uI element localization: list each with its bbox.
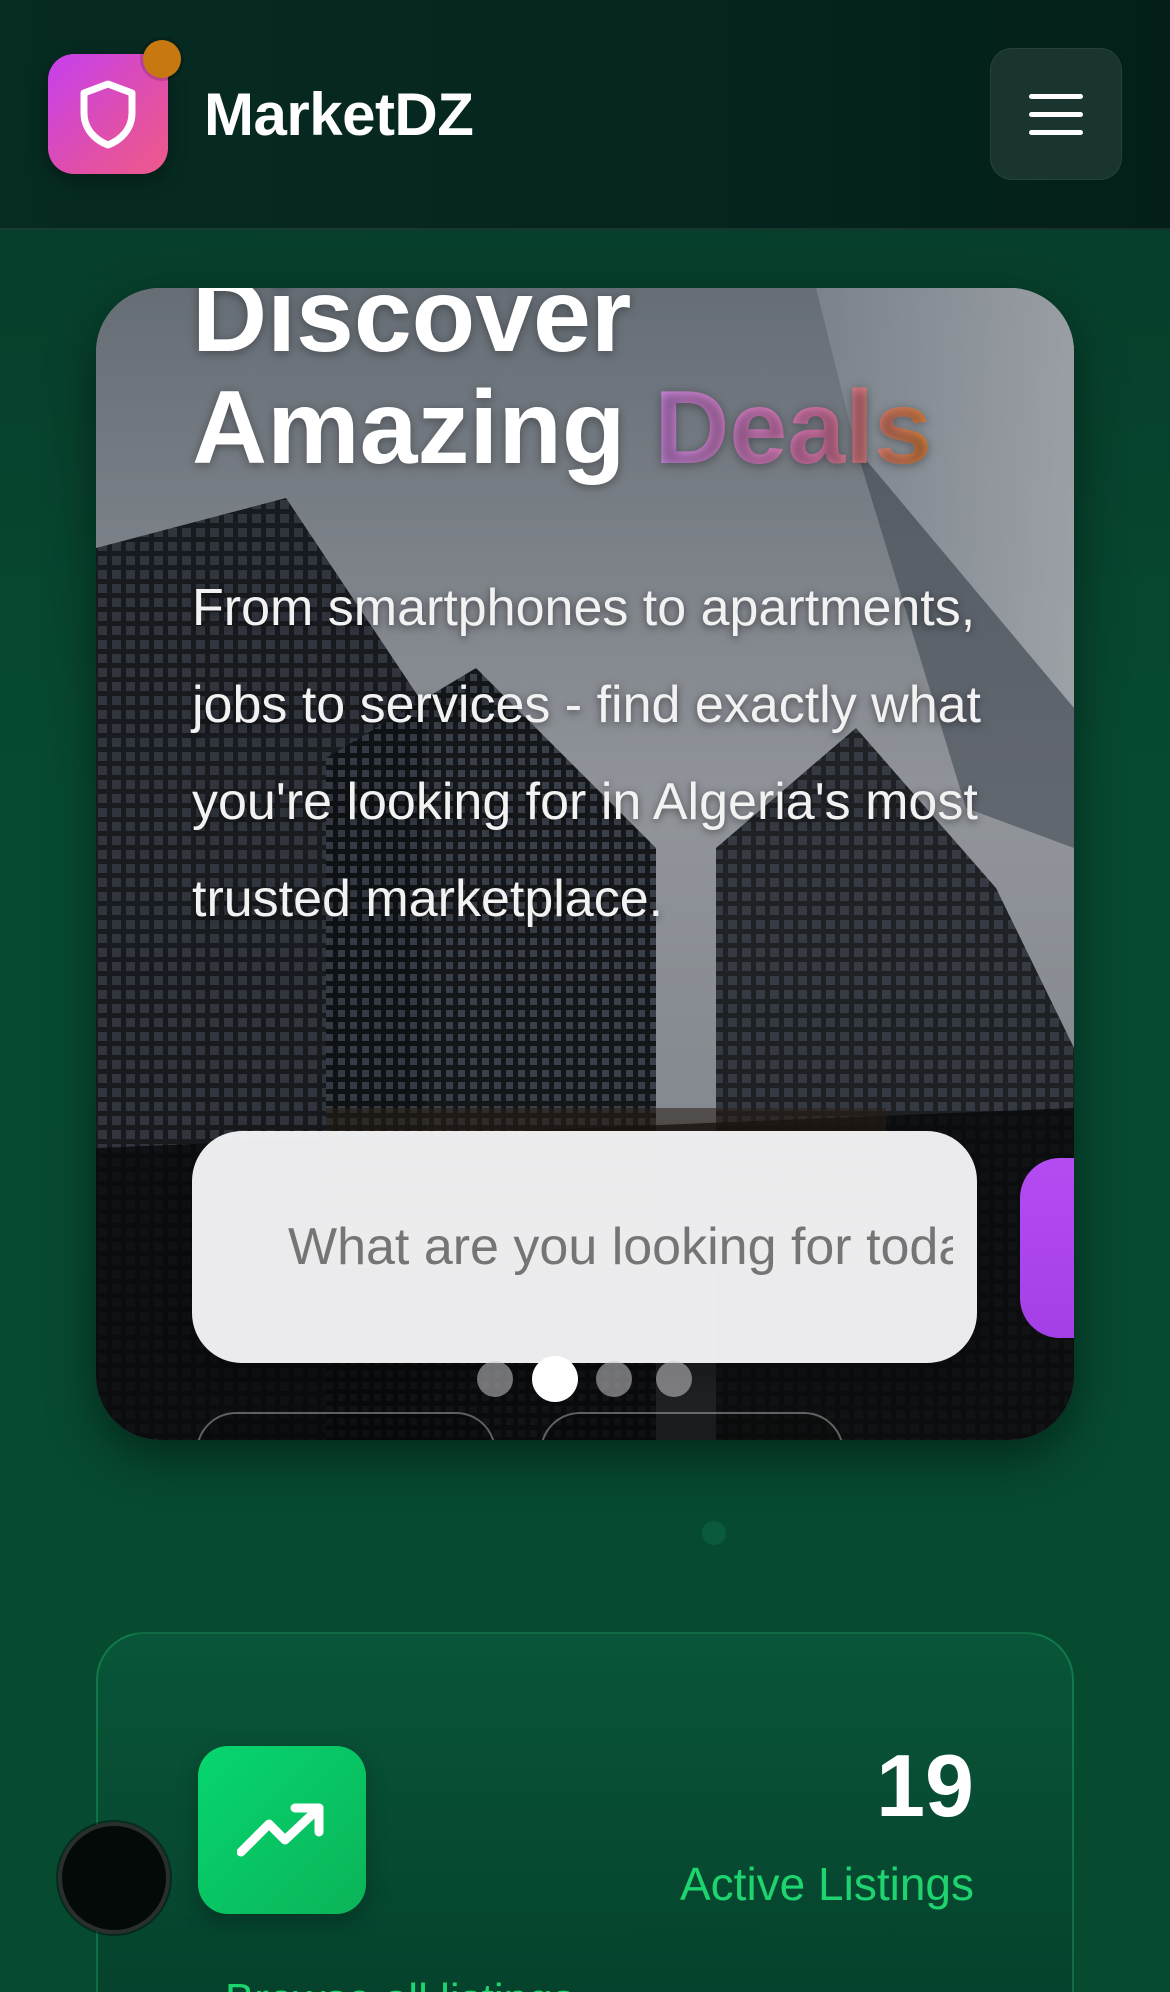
hamburger-menu-icon xyxy=(1029,93,1083,99)
notification-dot xyxy=(143,40,181,78)
hero-description: From smartphones to apartments, jobs to … xyxy=(192,579,981,928)
carousel-dot-active[interactable] xyxy=(532,1356,578,1402)
hero-banner: Discover Amazing Deals From smartphones … xyxy=(96,288,1074,1440)
hamburger-line xyxy=(1029,129,1083,135)
hero-title: Discover Amazing Deals xyxy=(192,288,1032,484)
carousel-dot[interactable] xyxy=(477,1361,513,1397)
carousel-dot[interactable] xyxy=(656,1361,692,1397)
search-input[interactable] xyxy=(288,1131,953,1363)
hero-title-accent: Deals xyxy=(654,370,932,486)
active-listings-count: 19 xyxy=(876,1736,974,1835)
shield-icon xyxy=(80,80,136,149)
active-listings-label: Active Listings xyxy=(679,1858,974,1910)
category-chip[interactable] xyxy=(540,1412,844,1440)
decorative-dot xyxy=(702,1521,726,1545)
search-box[interactable] xyxy=(192,1131,977,1363)
trending-up-icon xyxy=(237,1803,324,1857)
carousel-indicators xyxy=(96,1354,1074,1404)
floating-action-button[interactable] xyxy=(58,1822,170,1934)
hero-title-line2: Amazing Deals xyxy=(192,372,1032,484)
stat-icon-tile xyxy=(198,1746,366,1914)
top-navigation-bar: MarketDZ xyxy=(0,0,1170,230)
active-listings-card[interactable]: 19 Active Listings › Browse all listings xyxy=(96,1632,1074,1992)
carousel-dot[interactable] xyxy=(596,1361,632,1397)
hero-title-line1: Discover xyxy=(192,288,632,374)
menu-button[interactable] xyxy=(990,48,1122,180)
search-button[interactable] xyxy=(1020,1158,1074,1338)
hero-title-plain: Amazing xyxy=(192,370,626,486)
category-chip[interactable] xyxy=(196,1412,496,1440)
hamburger-line xyxy=(1029,111,1083,117)
browse-listings-text: Browse all listings xyxy=(225,1975,575,1992)
browse-listings-link[interactable]: › Browse all listings xyxy=(198,1972,575,1992)
brand-name[interactable]: MarketDZ xyxy=(204,80,474,150)
arrow-right-icon: › xyxy=(198,1975,213,1992)
